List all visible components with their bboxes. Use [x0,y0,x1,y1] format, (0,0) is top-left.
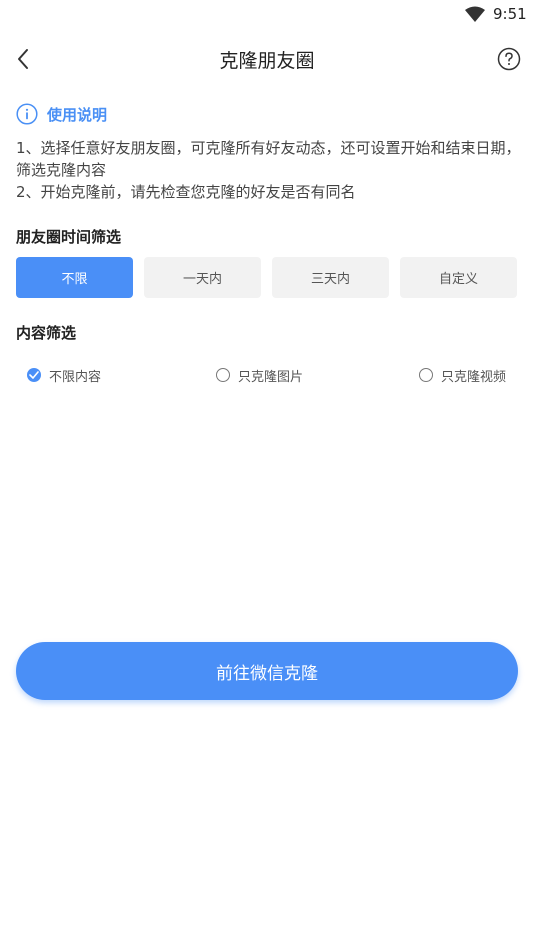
time-chip-unlimited[interactable]: 不限 [16,257,133,298]
guide-header: 使用说明 [16,102,107,126]
time-filter-group: 不限 一天内 三天内 自定义 [16,257,518,298]
radio-label: 只克隆视频 [441,369,507,385]
wifi-icon [465,6,485,22]
time-filter-title: 朋友圈时间筛选 [16,228,122,246]
status-time: 9:51 [493,5,527,23]
radio-all-content[interactable]: 不限内容 [27,364,101,386]
guide-text: 1、选择任意好友朋友圈，可克隆所有好友动态，还可设置开始和结束日期，筛选克隆内容… [16,137,521,203]
guide-title: 使用说明 [47,105,108,124]
question-circle-icon[interactable] [497,47,521,71]
radio-checked-icon [27,368,41,382]
radio-label: 不限内容 [49,369,102,385]
radio-videos-only[interactable]: 只克隆视频 [419,364,506,386]
radio-unchecked-icon [419,368,433,382]
page-title: 克隆朋友圈 [219,50,315,72]
status-bar: 9:51 [0,0,534,30]
guide-line-2: 2、开始克隆前，请先检查您克隆的好友是否有同名 [16,183,356,201]
guide-line-1: 1、选择任意好友朋友圈，可克隆所有好友动态，还可设置开始和结束日期，筛选克隆内容 [16,139,521,179]
time-chip-three-days[interactable]: 三天内 [272,257,389,298]
content-filter-group: 不限内容 只克隆图片 只克隆视频 [0,364,534,386]
go-to-wechat-clone-button[interactable]: 前往微信克隆 [16,642,518,700]
time-chip-custom[interactable]: 自定义 [400,257,517,298]
info-circle-icon [16,103,38,125]
radio-unchecked-icon [216,368,230,382]
time-chip-one-day[interactable]: 一天内 [144,257,261,298]
nav-bar: 克隆朋友圈 [0,30,534,88]
radio-images-only[interactable]: 只克隆图片 [216,364,303,386]
content-filter-title: 内容筛选 [16,324,77,342]
radio-label: 只克隆图片 [238,369,304,385]
